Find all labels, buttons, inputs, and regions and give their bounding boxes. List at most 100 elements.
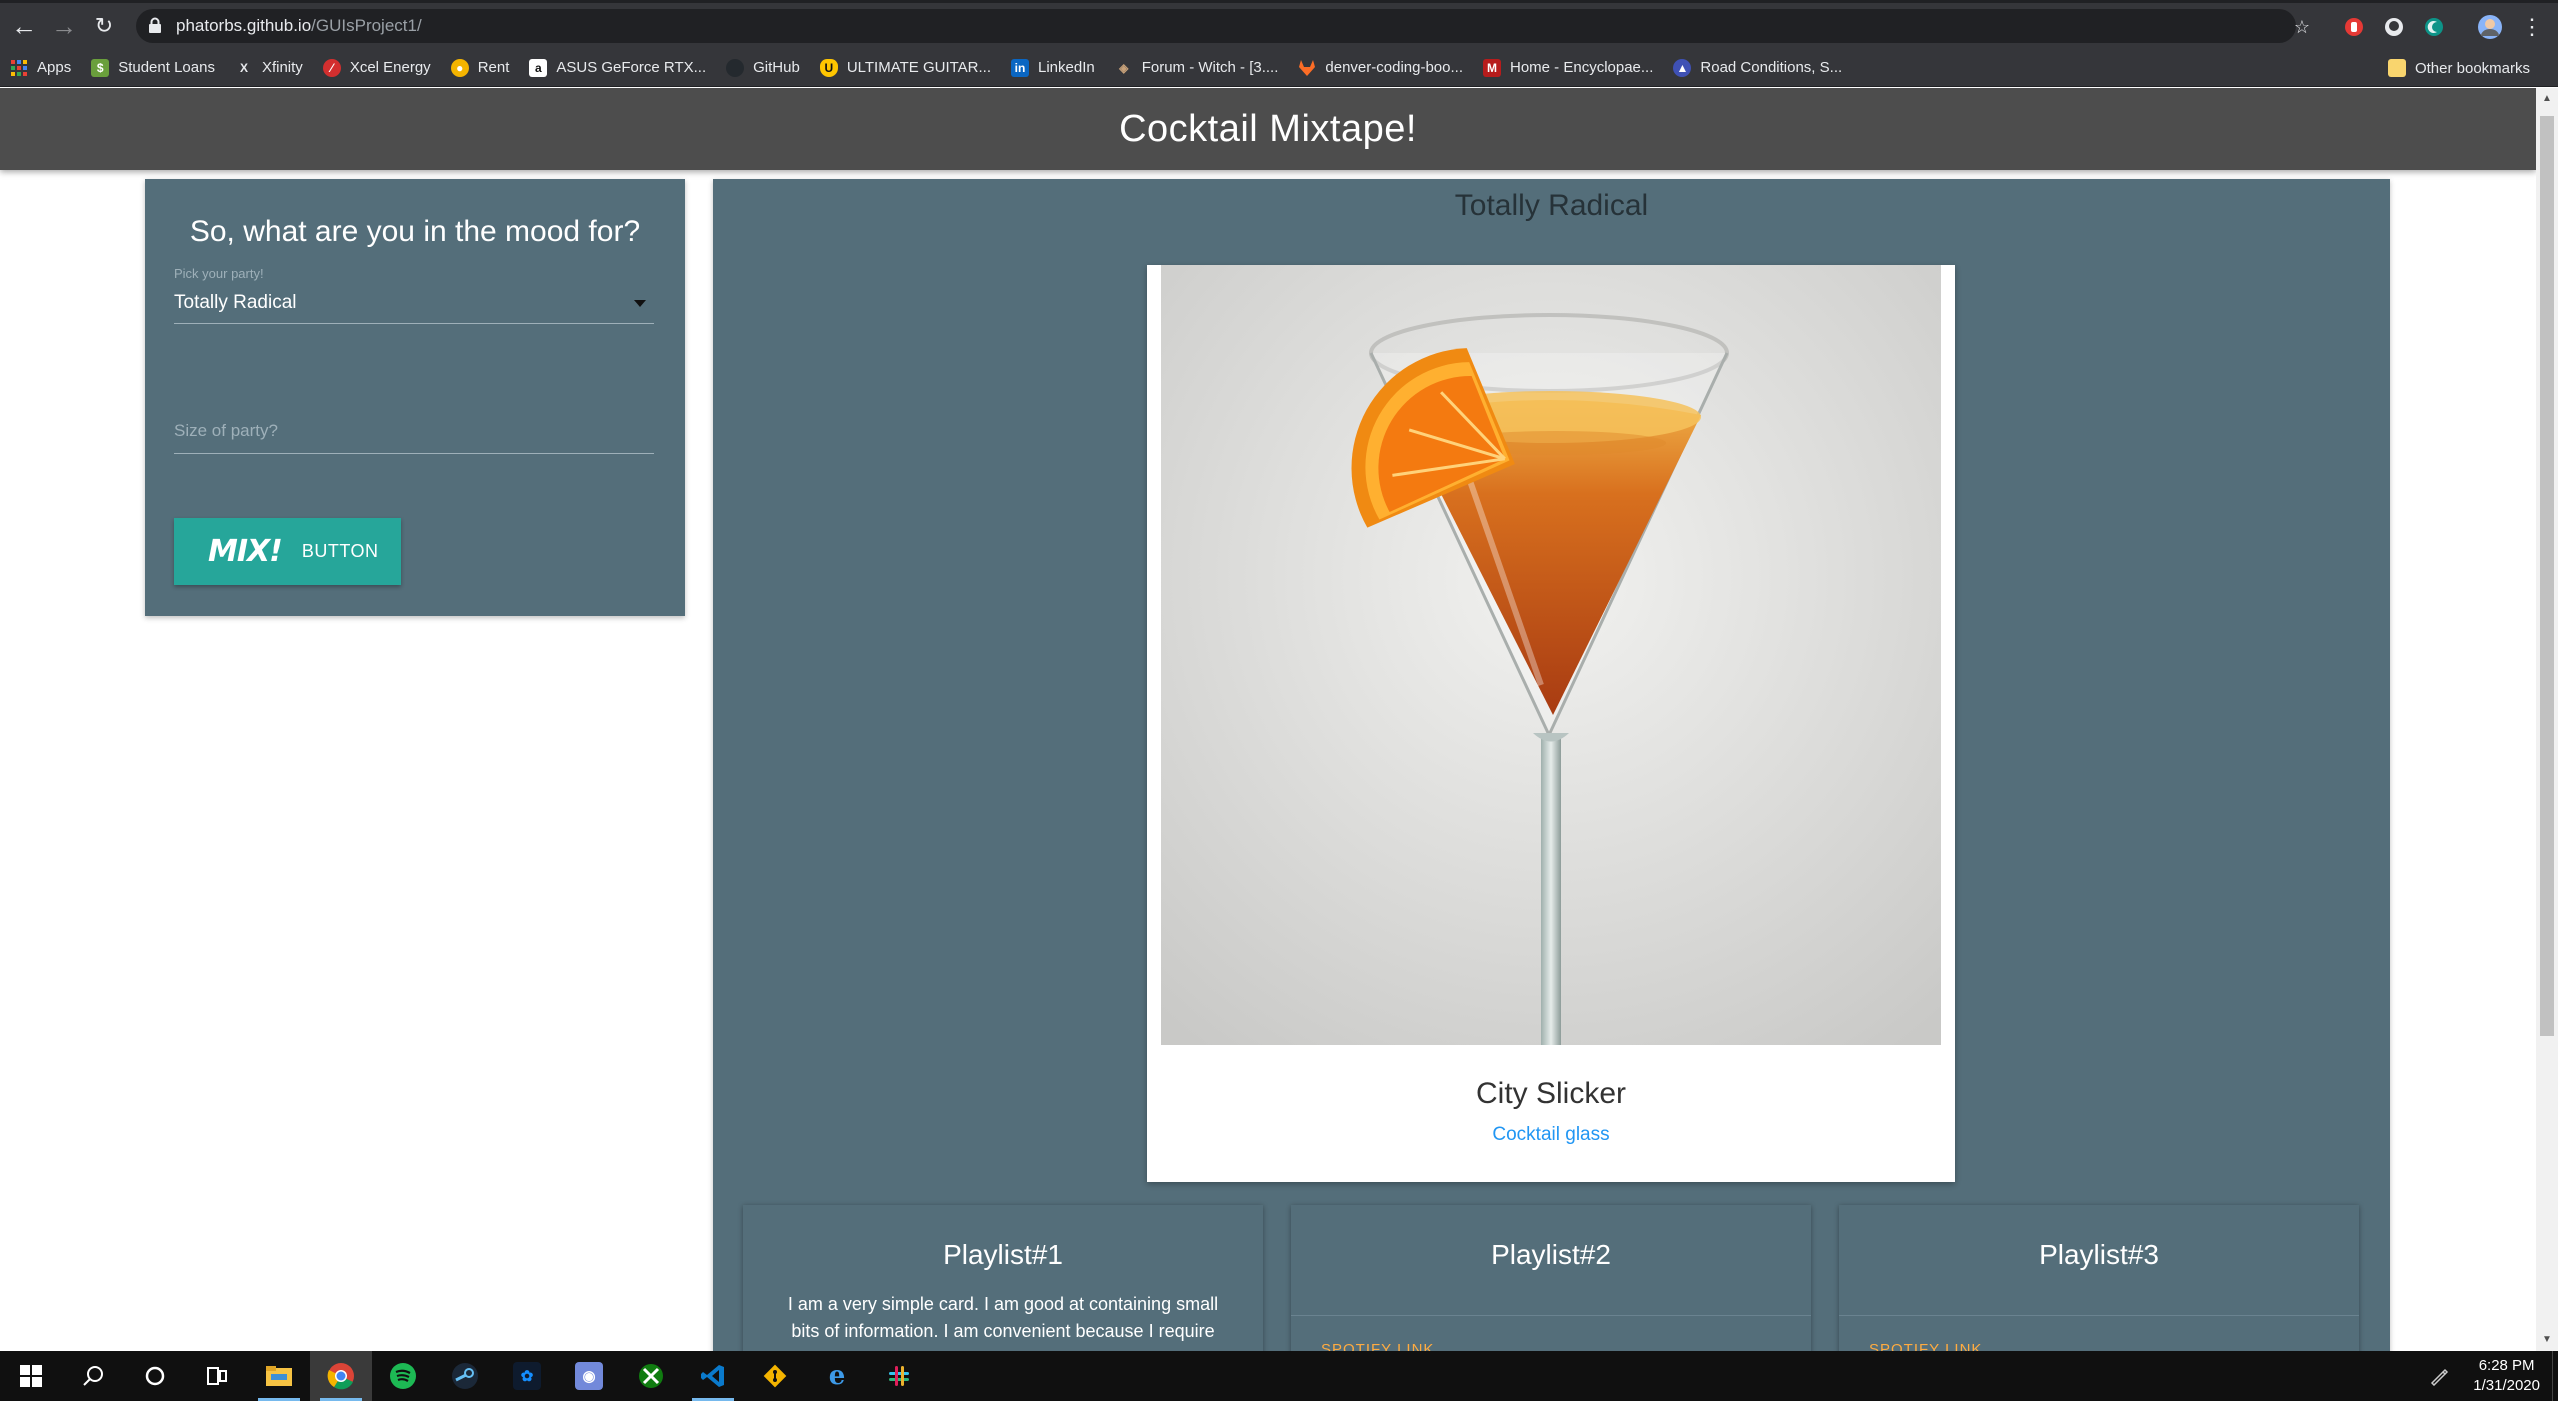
bookmark-github[interactable]: GitHub	[716, 53, 810, 83]
url-path: /GUIsProject1/	[311, 16, 422, 35]
site-title: Cocktail Mixtape!	[1119, 107, 1417, 150]
file-explorer-icon[interactable]	[248, 1351, 310, 1401]
discord-icon[interactable]: ◉	[558, 1351, 620, 1401]
bookmark-road-conditions[interactable]: ▲ Road Conditions, S...	[1663, 53, 1852, 83]
extension-teal-icon[interactable]	[2420, 13, 2448, 41]
bookmark-label: ULTIMATE GUITAR...	[846, 59, 991, 76]
bookmark-label: LinkedIn	[1038, 59, 1095, 76]
mood-form-panel: So, what are you in the mood for? Pick y…	[145, 179, 685, 616]
star-bookmark-icon[interactable]: ☆	[2288, 13, 2316, 41]
vscode-icon[interactable]	[682, 1351, 744, 1401]
forum-icon: ◈	[1119, 60, 1129, 75]
bookmark-label: Forum - Witch - [3....	[1141, 59, 1279, 76]
linkedin-icon: in	[1011, 58, 1029, 77]
github-extension-icon[interactable]	[2380, 13, 2408, 41]
bookmark-label: Student Loans	[118, 59, 215, 76]
show-desktop-button[interactable]	[2552, 1351, 2558, 1401]
bookmark-label: Xcel Energy	[349, 59, 431, 76]
xbox-icon[interactable]	[620, 1351, 682, 1401]
scrollbar-thumb[interactable]	[2540, 116, 2554, 1036]
lock-icon	[148, 17, 166, 35]
playlist-card: Playlist#1 I am a very simple card. I am…	[743, 1205, 1263, 1351]
bookmark-student-loans[interactable]: $ Student Loans	[81, 53, 225, 83]
kebab-menu-icon[interactable]: ⋮	[2518, 13, 2546, 41]
bookmark-label: GitHub	[753, 59, 800, 76]
bookmark-label: ASUS GeForce RTX...	[556, 59, 707, 76]
page-scrollbar[interactable]: ▲ ▼	[2536, 88, 2558, 1351]
result-title: Totally Radical	[1454, 189, 1649, 222]
edge-icon[interactable]: e	[806, 1351, 868, 1401]
student-loans-icon: $	[91, 58, 110, 77]
playlist-title: Playlist#3	[2039, 1239, 2159, 1270]
road-conditions-icon: ▲	[1673, 58, 1692, 77]
result-panel: Totally Radical City Slicker Cocktail gl…	[713, 179, 2390, 1351]
playlist-card: Playlist#2 SPOTIFY LINK	[1291, 1205, 1811, 1351]
url-host: phatorbs.github.io	[176, 16, 312, 35]
address-bar[interactable]: phatorbs.github.io /GUIsProject1/	[136, 9, 2296, 43]
bookmark-forum-witch[interactable]: ◈ Forum - Witch - [3....	[1105, 53, 1289, 83]
party-select-value: Totally Radical	[174, 292, 297, 313]
windows-start-icon[interactable]	[0, 1351, 62, 1401]
mix-button[interactable]: MIX! BUTTON	[174, 518, 401, 585]
party-size-input[interactable]	[174, 409, 654, 454]
pen-workspace-icon[interactable]	[2417, 1351, 2461, 1401]
slack-icon[interactable]	[868, 1351, 930, 1401]
windows-taskbar: ✿ ◉ e 6:28 PM 1/31/2020	[0, 1351, 2558, 1401]
spotify-icon[interactable]	[372, 1351, 434, 1401]
drink-image	[1161, 265, 1941, 1045]
battlenet-icon[interactable]: ✿	[496, 1351, 558, 1401]
party-select[interactable]: Totally Radical	[174, 284, 654, 324]
party-select-label: Pick your party!	[174, 266, 264, 281]
mood-form-title: So, what are you in the mood for?	[189, 215, 641, 248]
ultimate-guitar-icon: U	[819, 58, 838, 77]
bookmark-label: denver-coding-boo...	[1325, 59, 1463, 76]
bookmark-linkedin[interactable]: in LinkedIn	[1001, 53, 1105, 83]
reload-icon[interactable]: ↻	[88, 10, 120, 42]
playlist-title: Playlist#1	[943, 1239, 1063, 1270]
mix-button-label: BUTTON	[301, 541, 379, 561]
bookmark-label: Apps	[37, 59, 72, 76]
cortana-icon[interactable]	[124, 1351, 186, 1401]
bookmark-label: Xfinity	[261, 59, 303, 76]
task-view-icon[interactable]	[186, 1351, 248, 1401]
apps-grid-icon	[10, 59, 28, 77]
system-clock[interactable]: 6:28 PM 1/31/2020	[2461, 1356, 2552, 1396]
xfinity-icon: X	[239, 60, 248, 75]
bookmark-denver-coding[interactable]: denver-coding-boo...	[1288, 53, 1473, 83]
scroll-down-arrow-icon[interactable]: ▼	[2536, 1331, 2558, 1349]
gitlab-icon	[1298, 59, 1316, 77]
caret-down-icon	[634, 300, 646, 307]
other-bookmarks-label: Other bookmarks	[2414, 59, 2530, 77]
bookmark-rent[interactable]: ● Rent	[441, 53, 520, 83]
rent-icon: ●	[450, 58, 469, 77]
chrome-icon[interactable]	[310, 1351, 372, 1401]
browser-toolbar: ← → ↻ phatorbs.github.io /GUIsProject1/ …	[0, 3, 2558, 49]
amazon-icon: a	[529, 58, 548, 77]
steam-icon[interactable]	[434, 1351, 496, 1401]
bookmark-ultimate-guitar[interactable]: U ULTIMATE GUITAR...	[810, 53, 1001, 83]
playlist-title: Playlist#2	[1491, 1239, 1611, 1270]
page-viewport: Cocktail Mixtape! So, what are you in th…	[0, 88, 2536, 1351]
folder-icon	[2387, 59, 2406, 77]
drink-card: City Slicker Cocktail glass	[1147, 265, 1955, 1182]
other-bookmarks[interactable]: Other bookmarks	[2378, 53, 2540, 83]
scroll-up-arrow-icon[interactable]: ▲	[2536, 90, 2558, 108]
bookmark-xfinity[interactable]: X Xfinity	[225, 53, 313, 83]
playlist-link[interactable]: SPOTIFY LINK	[1321, 1341, 1434, 1351]
card-divider	[1839, 1315, 2359, 1316]
xcel-energy-icon: ⁄	[322, 58, 341, 77]
profile-avatar[interactable]	[2476, 13, 2504, 41]
playlist-link[interactable]: SPOTIFY LINK	[1869, 1341, 1982, 1351]
forward-icon[interactable]: →	[48, 10, 80, 42]
bookmark-apps[interactable]: Apps	[0, 53, 81, 83]
search-icon[interactable]	[62, 1351, 124, 1401]
drink-glass-link[interactable]: Cocktail glass	[1147, 1124, 1955, 1146]
site-header: Cocktail Mixtape!	[0, 88, 2536, 170]
bookmark-asus-geforce[interactable]: a ASUS GeForce RTX...	[519, 53, 716, 83]
git-icon[interactable]	[744, 1351, 806, 1401]
bookmark-encyclopaedia[interactable]: M Home - Encyclopae...	[1473, 53, 1663, 83]
bookmark-xcel-energy[interactable]: ⁄ Xcel Energy	[313, 53, 441, 83]
back-icon[interactable]: ←	[8, 10, 40, 42]
extension-red-icon[interactable]	[2340, 13, 2368, 41]
playlist-description: I am a very simple card. I am good at co…	[787, 1294, 1219, 1341]
